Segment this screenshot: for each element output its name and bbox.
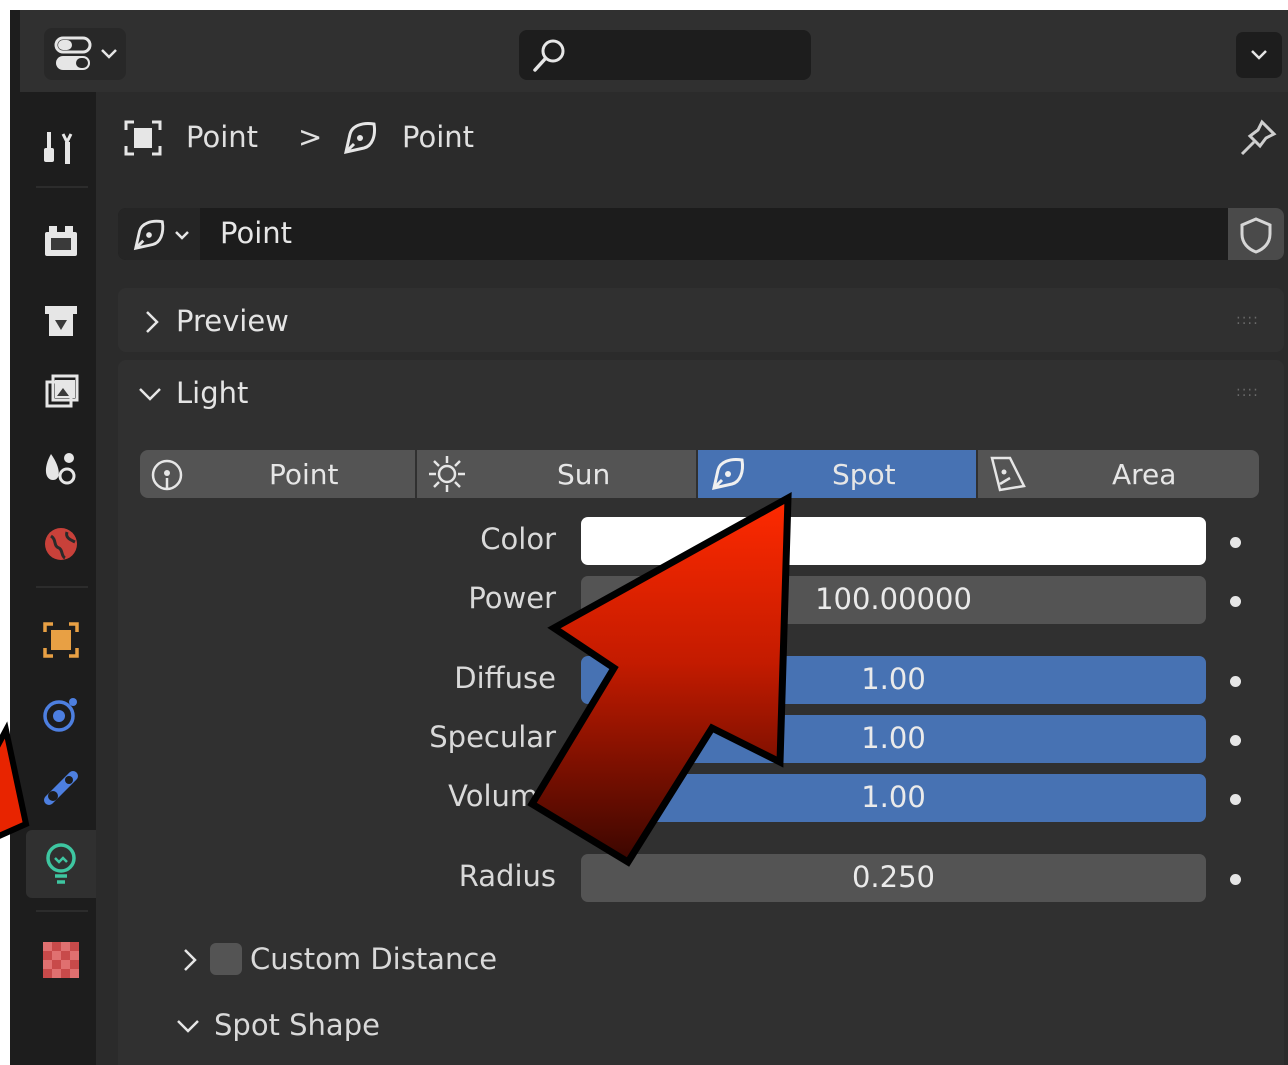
- annotation-arrow-spot: [527, 491, 792, 867]
- annotation-overlay: [0, 491, 792, 867]
- annotation-arrow-tab: [0, 721, 30, 839]
